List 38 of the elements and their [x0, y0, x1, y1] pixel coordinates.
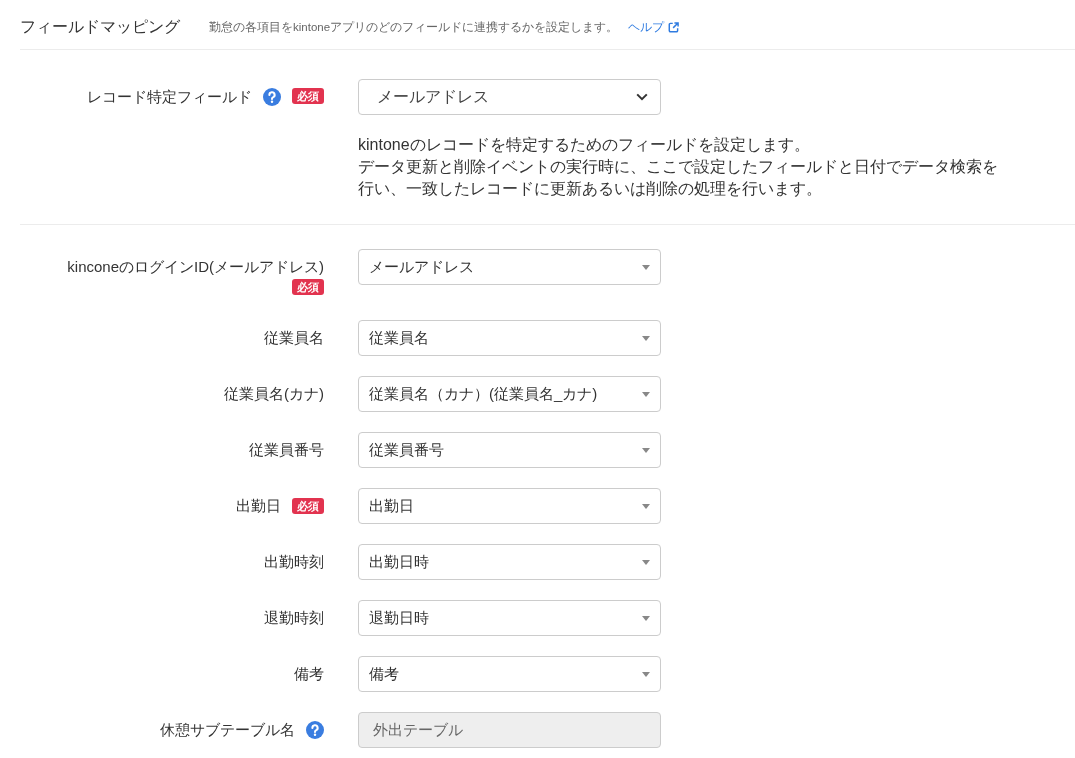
dropdown[interactable]: 従業員名（カナ）(従業員名_カナ) [358, 376, 661, 412]
dropdown[interactable]: 出勤日時 [358, 544, 661, 580]
caret-down-icon [642, 335, 650, 341]
dropdown[interactable]: 退勤日時 [358, 600, 661, 636]
dropdown[interactable]: メールアドレス [358, 249, 661, 285]
required-badge: 必須 [292, 279, 324, 295]
dropdown[interactable]: 出勤日 [358, 488, 661, 524]
caret-down-icon [642, 671, 650, 677]
caret-down-icon [642, 503, 650, 509]
section-title: フィールドマッピング [20, 17, 180, 37]
field-label: 退勤時刻 [264, 608, 324, 628]
dropdown[interactable]: 従業員名 [358, 320, 661, 356]
field-label: 備考 [294, 664, 324, 684]
field-label: 従業員番号 [249, 440, 324, 460]
field-label: 従業員名(カナ) [224, 384, 324, 404]
dropdown[interactable]: メールアドレス [358, 79, 661, 115]
caret-down-icon [642, 264, 650, 270]
field-label: 出勤日 [236, 496, 281, 516]
caret-down-icon [642, 447, 650, 453]
caret-down-icon [642, 615, 650, 621]
required-badge: 必須 [292, 88, 324, 104]
caret-down-icon [642, 559, 650, 565]
description-text: 勤怠の各項目をkintoneアプリのどのフィールドに連携するかを設定します。 [209, 20, 619, 35]
caret-down-icon [642, 391, 650, 397]
hint-text: kintoneのレコードを特定するためのフィールドを設定します。 [358, 135, 811, 155]
hint-text: データ更新と削除イベントの実行時に、ここで設定したフィールドと日付でデータ検索を行い、一致したレコードに更新あるいは削除の処理を行います。 [358, 157, 999, 199]
dropdown[interactable]: 備考 [358, 656, 661, 692]
field-label: 従業員名 [264, 328, 324, 348]
dropdown[interactable]: 従業員番号 [358, 432, 661, 468]
field-label: kinconeのログインID(メールアドレス) [67, 257, 324, 277]
help-link[interactable]: ヘルプ [628, 19, 680, 36]
chevron-down-icon [636, 93, 648, 101]
field-label: 出勤時刻 [264, 552, 324, 572]
external-link-icon [668, 22, 680, 33]
help-icon[interactable] [263, 88, 281, 106]
required-badge: 必須 [292, 498, 324, 514]
field-label: レコード特定フィールド [87, 87, 252, 107]
field-label: 休憩サブテーブル名 [160, 720, 295, 740]
